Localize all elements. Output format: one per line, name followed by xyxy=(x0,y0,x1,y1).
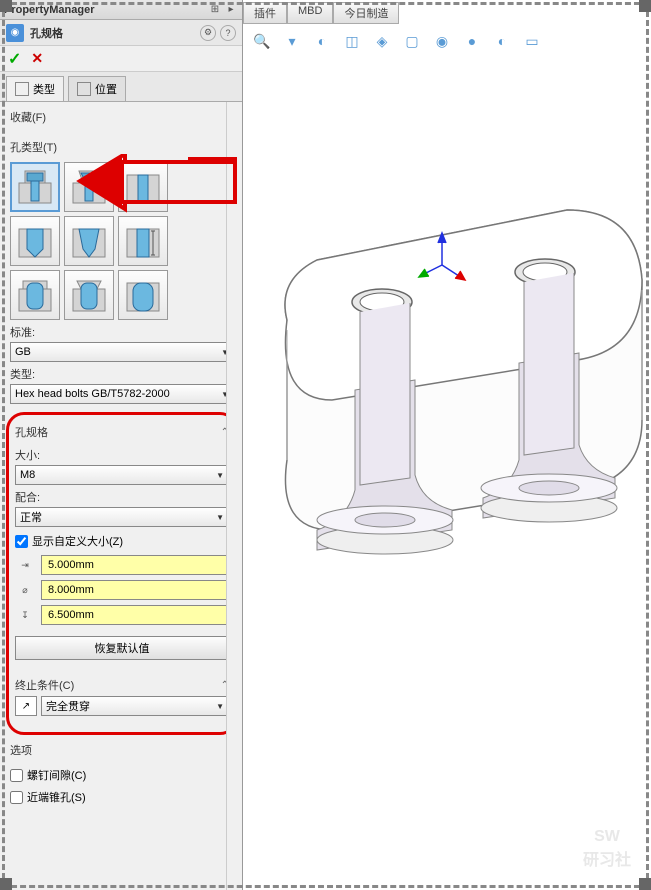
pm-title: PropertyManager xyxy=(4,4,208,16)
fit-label: 配合: xyxy=(15,489,229,505)
reverse-direction-icon[interactable]: ↗ xyxy=(15,696,37,716)
help-icon[interactable]: ? xyxy=(220,25,236,41)
standard-value: GB xyxy=(15,346,31,358)
ok-button[interactable]: ✓ xyxy=(8,49,21,69)
restore-defaults-button[interactable]: 恢复默认值 xyxy=(15,636,229,660)
cancel-button[interactable]: ✕ xyxy=(31,50,43,67)
tabs: 类型 位置 xyxy=(0,72,242,102)
dim1-input[interactable]: 5.000mm xyxy=(41,555,229,575)
end-condition-dropdown[interactable]: 完全贯穿 ▼ xyxy=(41,696,229,716)
options-header[interactable]: 选项 ⌃ xyxy=(10,739,234,761)
hole-wizard-icon: ◉ xyxy=(6,24,24,42)
opt1-label: 螺钉间隙(C) xyxy=(27,767,86,783)
end-condition-value: 完全贯穿 xyxy=(46,698,90,714)
opt2-label: 近端锥孔(S) xyxy=(27,789,86,805)
dim3-input[interactable]: 6.500mm xyxy=(41,605,229,625)
3d-model xyxy=(243,80,651,780)
dim-cbore-depth-icon: ↧ xyxy=(15,605,35,625)
dim-cbore-dia-icon: ⌀ xyxy=(15,580,35,600)
custom-size-label: 显示自定义大小(Z) xyxy=(32,533,123,549)
pm-header: PropertyManager ⊞ ▸ xyxy=(0,0,242,20)
section-view-icon[interactable]: ◫ xyxy=(341,30,363,52)
end-condition-header[interactable]: 终止条件(C) ⌃ xyxy=(15,674,229,696)
hole-straight-tap-button[interactable] xyxy=(10,216,60,266)
ribbon-tabs: 插件 MBD 今日制造 xyxy=(243,2,399,24)
tab-position-label: 位置 xyxy=(95,81,117,97)
display-style-icon[interactable]: ▢ xyxy=(401,30,423,52)
tab-today[interactable]: 今日制造 xyxy=(333,2,399,24)
hole-countersink-button[interactable] xyxy=(64,162,114,212)
type-tab-icon xyxy=(15,82,29,96)
watermark: SW 研习社 xyxy=(583,828,631,870)
hole-slot1-button[interactable] xyxy=(10,270,60,320)
dropdown-arrow-icon: ▼ xyxy=(216,702,224,711)
highlight-annotation: 孔规格 ⌃ 大小: M8 ▼ 配合: 正常 ▼ 显示自定义 xyxy=(6,412,238,735)
dim2-input[interactable]: 8.000mm xyxy=(41,580,229,600)
hole-hole-button[interactable] xyxy=(118,162,168,212)
pin-icon[interactable]: ⊞ xyxy=(208,3,222,17)
dropdown-arrow-icon: ▼ xyxy=(216,513,224,522)
apply-scene-icon[interactable]: ◐ xyxy=(491,30,513,52)
near-countersink-checkbox[interactable] xyxy=(10,791,23,804)
size-dropdown[interactable]: M8 ▼ xyxy=(15,465,229,485)
fit-value: 正常 xyxy=(20,509,42,525)
tab-type[interactable]: 类型 xyxy=(6,76,64,101)
type-label: 类型: xyxy=(10,366,234,382)
favorites-header[interactable]: 收藏(F) ⌄ xyxy=(10,106,234,128)
tab-position[interactable]: 位置 xyxy=(68,76,126,101)
tab-type-label: 类型 xyxy=(33,81,55,97)
tab-addins[interactable]: 插件 xyxy=(243,2,287,24)
hole-type-label: 孔类型(T) xyxy=(10,139,57,155)
size-value: M8 xyxy=(20,469,35,481)
screw-clearance-checkbox[interactable] xyxy=(10,769,23,782)
view-orient-icon[interactable]: ◈ xyxy=(371,30,393,52)
3d-viewport[interactable]: 插件 MBD 今日制造 🔍 ▾ ◐ ◫ ◈ ▢ ◉ ● ◐ ▭ xyxy=(243,0,651,890)
scroll-area[interactable]: 收藏(F) ⌄ 孔类型(T) ⌃ xyxy=(0,102,242,890)
property-manager-panel: PropertyManager ⊞ ▸ ◉ 孔规格 ⚙ ? ✓ ✕ 类型 xyxy=(0,0,243,890)
options-icon[interactable]: ⚙ xyxy=(200,25,216,41)
hole-spec-label: 孔规格 xyxy=(15,424,48,440)
zoom-area-icon[interactable]: ▾ xyxy=(281,30,303,52)
custom-size-checkbox[interactable] xyxy=(15,535,28,548)
options-label: 选项 xyxy=(10,742,32,758)
view-toolbar: 🔍 ▾ ◐ ◫ ◈ ▢ ◉ ● ◐ ▭ xyxy=(251,28,543,54)
fit-dropdown[interactable]: 正常 ▼ xyxy=(15,507,229,527)
hole-slot2-button[interactable] xyxy=(64,270,114,320)
hole-type-header[interactable]: 孔类型(T) ⌃ xyxy=(10,136,234,158)
split-icon[interactable]: ▸ xyxy=(224,3,238,17)
standard-label: 标准: xyxy=(10,324,234,340)
position-tab-icon xyxy=(77,82,91,96)
zoom-fit-icon[interactable]: 🔍 xyxy=(251,30,273,52)
end-condition-label: 终止条件(C) xyxy=(15,677,74,693)
favorites-label: 收藏(F) xyxy=(10,109,46,125)
hole-spec-header[interactable]: 孔规格 ⌃ xyxy=(15,421,229,443)
type-value: Hex head bolts GB/T5782-2000 xyxy=(15,388,170,400)
view-settings-icon[interactable]: ▭ xyxy=(521,30,543,52)
hide-show-icon[interactable]: ◉ xyxy=(431,30,453,52)
scrollbar[interactable] xyxy=(226,102,242,890)
hole-type-grid xyxy=(10,162,234,320)
previous-view-icon[interactable]: ◐ xyxy=(311,30,333,52)
feature-header: ◉ 孔规格 ⚙ ? xyxy=(0,20,242,46)
size-label: 大小: xyxy=(15,447,229,463)
standard-dropdown[interactable]: GB ▼ xyxy=(10,342,234,362)
dim-through-icon: ⇥ xyxy=(15,555,35,575)
feature-title: 孔规格 xyxy=(30,25,200,41)
type-dropdown[interactable]: Hex head bolts GB/T5782-2000 ▼ xyxy=(10,384,234,404)
hole-tapered-tap-button[interactable] xyxy=(64,216,114,266)
hole-slot3-button[interactable] xyxy=(118,270,168,320)
dropdown-arrow-icon: ▼ xyxy=(216,471,224,480)
edit-appearance-icon[interactable]: ● xyxy=(461,30,483,52)
ok-cancel-bar: ✓ ✕ xyxy=(0,46,242,72)
hole-legacy-button[interactable] xyxy=(118,216,168,266)
hole-counterbore-button[interactable] xyxy=(10,162,60,212)
tab-mbd[interactable]: MBD xyxy=(287,2,333,24)
